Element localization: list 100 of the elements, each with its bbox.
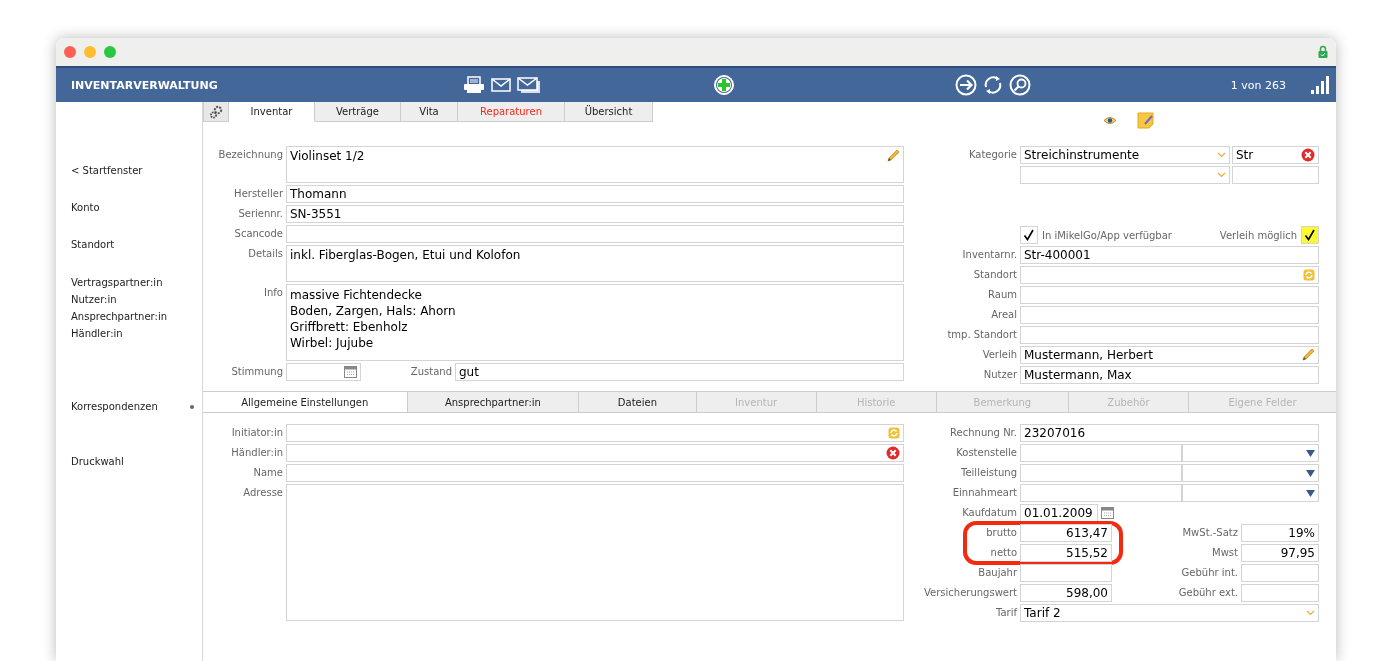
field-label: Baujahr (977, 566, 1017, 580)
dropdown-triangle-icon[interactable] (1306, 469, 1315, 477)
field-label: Gebühr ext. (1177, 586, 1239, 600)
input-field[interactable]: 515,52 (1020, 544, 1112, 562)
input-field[interactable]: inkl. Fiberglas-Bogen, Etui und Kolofon (286, 245, 904, 282)
field-label: Name (252, 466, 283, 480)
dropdown-triangle-icon[interactable] (1306, 489, 1315, 497)
dropdown-triangle-icon[interactable] (1306, 449, 1315, 457)
calendar-icon[interactable] (1101, 507, 1114, 519)
input-field[interactable] (1241, 564, 1319, 582)
input-field[interactable]: SN-3551 (286, 205, 904, 223)
signal-icon[interactable] (1310, 76, 1329, 94)
checkbox[interactable] (1301, 226, 1319, 244)
eye-icon[interactable] (1103, 115, 1117, 125)
input-field[interactable]: 23207016 (1020, 424, 1319, 442)
input-field[interactable] (1020, 326, 1319, 344)
input-field[interactable] (1020, 306, 1319, 324)
input-field[interactable]: gut (455, 363, 904, 381)
input-field[interactable] (286, 444, 904, 462)
field-label: Versicherungswert (923, 586, 1017, 600)
sidebar-item[interactable]: Konto (71, 202, 100, 213)
input-field[interactable]: Streichinstrumente (1020, 146, 1230, 164)
input-field[interactable] (1241, 584, 1319, 602)
tab[interactable]: Verträge (315, 102, 401, 122)
input-field[interactable]: Thomann (286, 185, 904, 203)
calendar-icon[interactable] (344, 366, 357, 378)
input-field[interactable] (1020, 266, 1319, 284)
input-field[interactable] (1232, 166, 1319, 184)
field-label: Händler:in (230, 446, 283, 460)
input-field[interactable]: Mustermann, Herbert (1020, 346, 1319, 364)
sidebar-item[interactable]: Korrespondenzen (71, 401, 158, 412)
input-field[interactable]: 598,00 (1020, 584, 1112, 602)
sidebar-item[interactable]: Standort (71, 239, 115, 250)
mail-icon[interactable] (491, 78, 511, 92)
zoom-button[interactable] (104, 46, 116, 58)
input-field[interactable] (1182, 444, 1319, 462)
input-field[interactable] (1182, 484, 1319, 502)
clear-icon[interactable] (886, 446, 900, 460)
sidebar-item[interactable]: Händler:in (71, 328, 123, 339)
tab[interactable]: Dateien (579, 392, 697, 412)
sidebar-item[interactable]: Vertragspartner:in (71, 277, 163, 288)
input-field[interactable]: Mustermann, Max (1020, 366, 1319, 384)
minimize-button[interactable] (84, 46, 96, 58)
chevron-down-icon[interactable] (1306, 610, 1315, 616)
chevron-down-icon[interactable] (1217, 172, 1226, 178)
input-field[interactable] (286, 464, 904, 482)
sidebar-item[interactable]: < Startfenster (71, 165, 143, 176)
input-field[interactable] (1182, 464, 1319, 482)
input-field[interactable] (286, 225, 904, 243)
sticky-note-icon[interactable] (1137, 111, 1154, 129)
input-field[interactable] (286, 484, 904, 621)
clear-icon[interactable] (1301, 148, 1315, 162)
input-field[interactable]: Tarif 2 (1020, 604, 1319, 622)
field-label: Mwst (1211, 546, 1239, 560)
chevron-down-icon[interactable] (1217, 152, 1226, 158)
field-label: Hersteller (233, 187, 283, 201)
input-field[interactable]: 613,47 (1020, 524, 1112, 542)
input-field[interactable]: massive Fichtendecke Boden, Zargen, Hals: Ahorn Griffbrett: Ebenholz Wirbel: Jujube (286, 284, 904, 361)
input-field[interactable] (1020, 286, 1319, 304)
arrow-right-icon[interactable] (955, 74, 977, 96)
sidebar-item[interactable]: Ansprechpartner:in (71, 311, 168, 322)
tab[interactable]: Vita (401, 102, 458, 122)
sidebar-item[interactable]: Nutzer:in (71, 294, 117, 305)
input-field[interactable] (1020, 166, 1230, 184)
input-field[interactable] (1020, 464, 1182, 482)
input-field[interactable] (286, 424, 904, 442)
refresh-icon[interactable] (982, 74, 1004, 96)
pencil-icon[interactable] (886, 149, 900, 163)
add-icon[interactable] (713, 74, 735, 96)
tab[interactable]: Reparaturen (458, 102, 565, 122)
input-field[interactable] (1020, 564, 1112, 582)
sidebar-item[interactable]: Druckwahl (71, 456, 124, 467)
tab[interactable]: Ansprechpartner:in (407, 392, 580, 412)
field-label: Adresse (242, 486, 283, 500)
input-field[interactable]: Violinset 1/2 (286, 146, 904, 183)
field-label: Standort (972, 268, 1017, 282)
tab[interactable]: Übersicht (565, 102, 653, 122)
lock-icon (1318, 44, 1328, 58)
search-icon[interactable] (1009, 74, 1031, 96)
input-field[interactable]: 97,95 (1241, 544, 1319, 562)
input-field[interactable]: Str-400001 (1020, 246, 1319, 264)
field-label: Kostenstelle (955, 446, 1017, 460)
field-label: Einnahmeart (951, 486, 1017, 500)
field-label: Verleih (981, 348, 1017, 362)
field-label: Details (247, 247, 283, 261)
field-label: Inventarnr. (961, 248, 1017, 262)
input-field[interactable] (286, 363, 361, 381)
input-field[interactable]: 01.01.2009 (1020, 504, 1098, 522)
close-button[interactable] (64, 46, 76, 58)
printer-icon[interactable] (463, 76, 485, 94)
field-label: Nutzer (982, 368, 1017, 382)
pencil-icon[interactable] (1301, 348, 1315, 362)
input-field[interactable]: Str (1232, 146, 1319, 164)
gear-icon[interactable] (209, 104, 223, 119)
checkbox[interactable] (1020, 226, 1038, 244)
mail-stack-icon[interactable] (517, 76, 541, 94)
input-field[interactable] (1020, 444, 1182, 462)
input-field[interactable] (1020, 484, 1182, 502)
field-label: Initiator:in (230, 426, 283, 440)
input-field[interactable]: 19% (1241, 524, 1319, 542)
